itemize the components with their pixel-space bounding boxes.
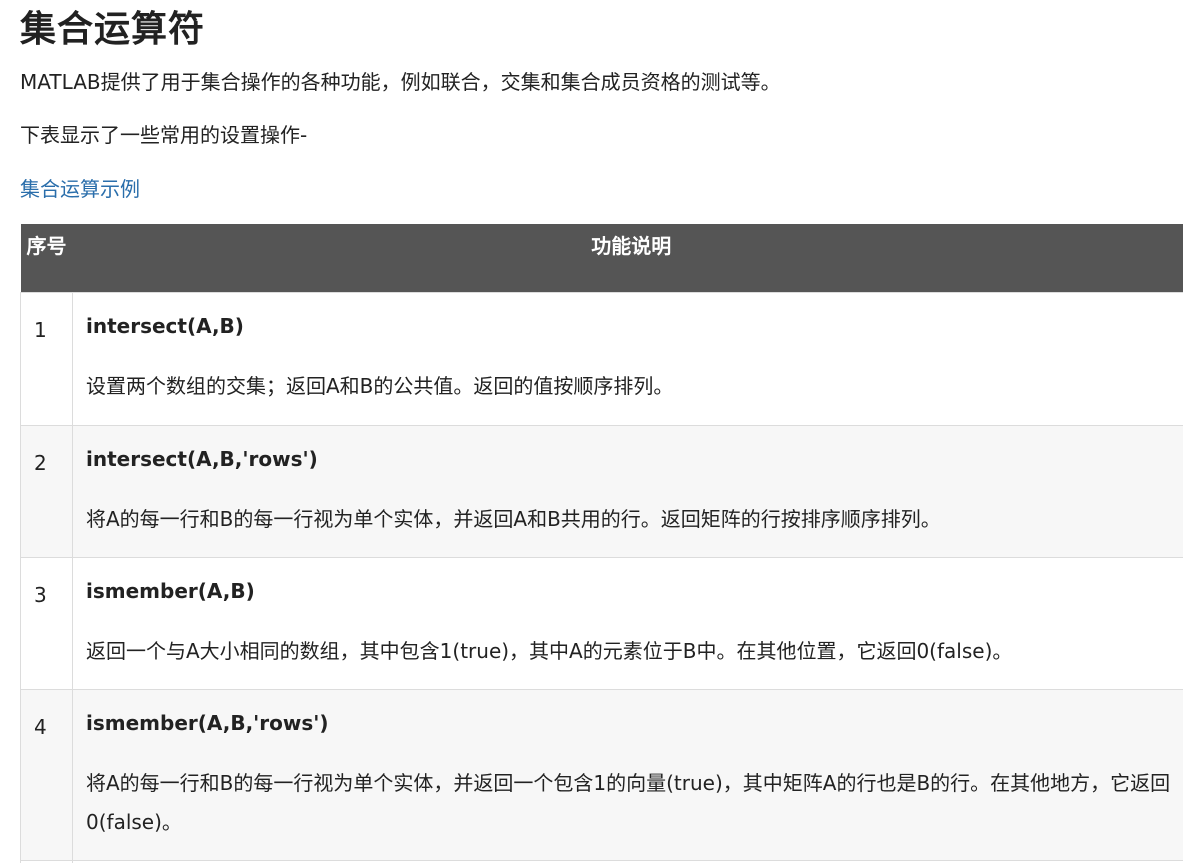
row-number: 1: [20, 291, 73, 425]
function-explanation: 将A的每一行和B的每一行视为单个实体，并返回A和B共用的行。返回矩阵的行按排序顺…: [86, 506, 941, 531]
table-row: 1 intersect(A,B) 设置两个数组的交集；返回A和B的公共值。返回的…: [20, 291, 1183, 425]
row-number: 3: [20, 556, 73, 689]
example-link[interactable]: 集合运算示例: [20, 173, 140, 205]
function-explanation: 将A的每一行和B的每一行视为单个实体，并返回一个包含1的向量(true)，其中矩…: [86, 770, 1171, 834]
function-signature: ismember(A,B): [86, 578, 255, 603]
row-description-cell: intersect(A,B) 设置两个数组的交集；返回A和B的公共值。返回的值按…: [72, 291, 1183, 425]
set-operations-table: 序号 功能说明 1 intersect(A,B) 设置两个数组的交集；返回A和B…: [20, 224, 1183, 863]
row-description-cell: ismember(A,B) 返回一个与A大小相同的数组，其中包含1(true)，…: [72, 556, 1183, 689]
function-signature: intersect(A,B,'rows'): [86, 446, 318, 471]
article: 集合运算符: [20, 0, 1183, 56]
header-number: 序号: [20, 224, 73, 292]
page-title: 集合运算符: [20, 9, 206, 50]
row-number: 2: [20, 424, 73, 557]
intro-paragraph: MATLAB提供了用于集合操作的各种功能，例如联合，交集和集合成员资格的测试等。: [20, 70, 781, 94]
header-description: 功能说明: [72, 224, 1183, 292]
function-explanation: 设置两个数组的交集；返回A和B的公共值。返回的值按顺序排列。: [86, 373, 674, 398]
table-row: 4 ismember(A,B,'rows') 将A的每一行和B的每一行视为单个实…: [20, 688, 1183, 860]
row-description-cell: ismember(A,B,'rows') 将A的每一行和B的每一行视为单个实体，…: [72, 688, 1183, 860]
function-explanation: 返回一个与A大小相同的数组，其中包含1(true)，其中A的元素位于B中。在其他…: [86, 638, 1013, 663]
table-row: 2 intersect(A,B,'rows') 将A的每一行和B的每一行视为单个…: [20, 424, 1183, 557]
table-header-row: 序号 功能说明: [20, 224, 1183, 292]
row-number: 4: [20, 688, 73, 860]
function-signature: intersect(A,B): [86, 313, 244, 338]
function-signature: ismember(A,B,'rows'): [86, 710, 329, 735]
subintro-paragraph: 下表显示了一些常用的设置操作-: [20, 123, 308, 147]
table-row: 3 ismember(A,B) 返回一个与A大小相同的数组，其中包含1(true…: [20, 556, 1183, 689]
row-description-cell: intersect(A,B,'rows') 将A的每一行和B的每一行视为单个实体…: [72, 424, 1183, 557]
